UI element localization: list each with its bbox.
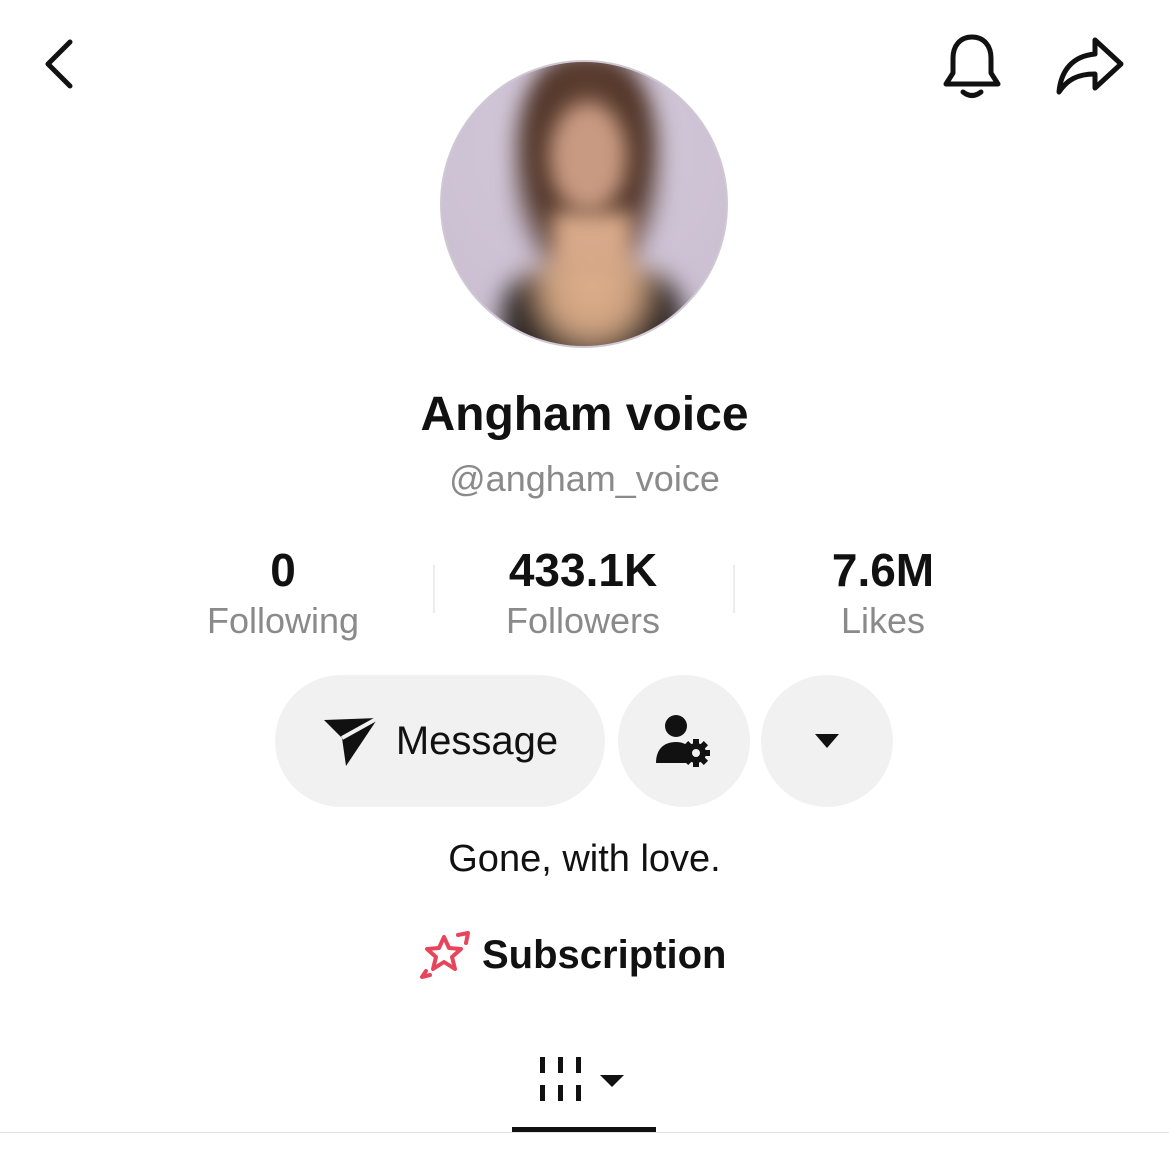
followers-label: Followers bbox=[505, 600, 661, 641]
chevron-left-icon bbox=[45, 39, 73, 89]
username: @angham_voice bbox=[449, 458, 720, 499]
likes-count: 7.6M bbox=[831, 544, 935, 596]
back-button[interactable] bbox=[28, 32, 92, 96]
subscription-label: Subscription bbox=[482, 933, 727, 977]
tab-bar-divider bbox=[0, 1132, 1169, 1133]
likes-label: Likes bbox=[840, 600, 926, 641]
user-gear-icon bbox=[656, 715, 710, 767]
share-button[interactable] bbox=[1048, 30, 1132, 102]
tab-videos[interactable] bbox=[512, 1038, 656, 1124]
share-arrow-icon bbox=[1056, 37, 1124, 95]
following-count: 0 bbox=[270, 544, 296, 596]
grid-bars-icon bbox=[540, 1057, 624, 1101]
more-options-button[interactable] bbox=[761, 675, 893, 807]
likes-stat[interactable]: 7.6M Likes bbox=[733, 542, 1033, 644]
caret-down-icon bbox=[815, 734, 839, 748]
display-name: Angham voice bbox=[420, 388, 749, 441]
following-stat[interactable]: 0 Following bbox=[133, 542, 433, 644]
star-rocket-icon bbox=[420, 931, 470, 979]
profile-avatar[interactable] bbox=[440, 60, 728, 348]
subscription-link[interactable]: Subscription bbox=[420, 924, 750, 986]
bell-icon bbox=[943, 34, 1001, 98]
following-label: Following bbox=[206, 600, 360, 641]
message-label: Message bbox=[395, 719, 559, 763]
notification-bell-button[interactable] bbox=[936, 28, 1008, 104]
profile-bio: Gone, with love. bbox=[448, 838, 721, 880]
paper-plane-icon bbox=[323, 716, 379, 766]
follow-settings-button[interactable] bbox=[618, 675, 750, 807]
followers-count: 433.1K bbox=[508, 544, 658, 596]
message-button[interactable]: Message bbox=[275, 675, 605, 807]
followers-stat[interactable]: 433.1K Followers bbox=[433, 542, 733, 644]
